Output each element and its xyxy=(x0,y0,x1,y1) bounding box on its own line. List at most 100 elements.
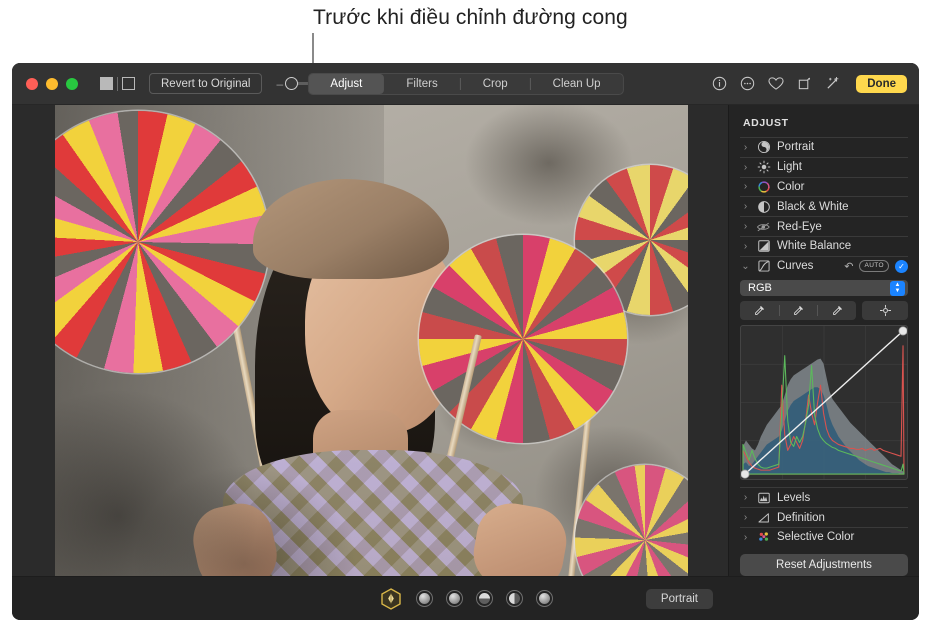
definition-icon xyxy=(756,510,771,525)
thumbnail-swatch xyxy=(508,593,520,604)
red-eye-icon xyxy=(756,219,771,234)
thumbnail-swatch xyxy=(538,593,550,604)
sidebar-item-portrait[interactable]: › Portrait xyxy=(740,138,908,157)
chevron-right-icon[interactable]: › xyxy=(741,181,750,192)
sidebar-item-light[interactable]: › Light xyxy=(740,158,908,177)
sidebar-item-label: Black & White xyxy=(777,200,849,213)
tab-crop[interactable]: Crop xyxy=(461,74,530,94)
revert-to-original-button[interactable]: Revert to Original xyxy=(149,73,263,94)
chevron-right-icon[interactable]: › xyxy=(741,532,750,543)
sidebar-item-label: Selective Color xyxy=(777,531,855,544)
sidebar-item-label: White Balance xyxy=(777,240,852,253)
chevron-right-icon[interactable]: › xyxy=(741,221,750,232)
sidebar-item-color[interactable]: › Color xyxy=(740,178,908,197)
chevron-right-icon[interactable]: › xyxy=(741,142,750,153)
filter-thumbnail-4[interactable] xyxy=(505,590,523,607)
sidebar-item-label: Red-Eye xyxy=(777,220,822,233)
curves-controls: ↶ AUTO ✓ xyxy=(844,259,908,273)
sidebar-item-label: Curves xyxy=(777,260,814,273)
maximize-window-button[interactable] xyxy=(66,77,78,90)
black-point-eyedropper-icon[interactable] xyxy=(740,301,779,320)
more-options-icon[interactable] xyxy=(740,76,755,91)
sidebar-item-label: Portrait xyxy=(777,141,815,154)
sidebar-title: ADJUST xyxy=(743,117,789,129)
toggle-divider xyxy=(117,76,118,91)
image-canvas[interactable] xyxy=(12,105,728,576)
reset-adjustments-button[interactable]: Reset Adjustments xyxy=(740,553,908,576)
curves-tool-row xyxy=(740,301,908,321)
window-controls xyxy=(26,77,78,90)
chevron-right-icon[interactable]: › xyxy=(741,512,750,523)
curves-graph[interactable] xyxy=(740,325,908,481)
filter-thumbnail-5[interactable] xyxy=(535,590,553,607)
tab-adjust[interactable]: Adjust xyxy=(308,73,385,94)
add-point-group xyxy=(862,301,908,321)
tab-filters[interactable]: Filters xyxy=(384,74,459,94)
single-view-icon[interactable] xyxy=(100,77,113,90)
close-window-button[interactable] xyxy=(26,77,38,90)
zoom-out-icon[interactable]: – xyxy=(276,78,283,90)
chevron-right-icon[interactable]: › xyxy=(741,492,750,503)
filter-thumbnail-3[interactable] xyxy=(475,590,493,607)
curves-channel-select[interactable]: RGB ▲ ▼ xyxy=(740,279,908,297)
callout-label: Trước khi điều chỉnh đường cong xyxy=(313,6,628,29)
add-point-icon[interactable] xyxy=(862,301,908,320)
sidebar-item-red-eye[interactable]: › Red-Eye xyxy=(740,217,908,236)
curves-histogram-svg[interactable] xyxy=(740,326,908,480)
sidebar-item-definition[interactable]: › Definition xyxy=(740,508,908,527)
pinwheel-mid-right xyxy=(419,235,627,443)
filter-thumbnails xyxy=(379,587,553,611)
info-icon[interactable] xyxy=(712,76,727,91)
auto-enhance-icon[interactable] xyxy=(825,76,841,91)
zoom-slider-knob[interactable] xyxy=(285,77,299,90)
sidebar-item-curves[interactable]: ⌄ Curves ↶ AUTO ✓ xyxy=(740,257,908,276)
chevron-right-icon[interactable]: › xyxy=(741,162,750,173)
color-wheel-icon xyxy=(756,179,771,194)
filmstrip-bar: Portrait xyxy=(12,576,919,620)
sidebar-item-black-and-white[interactable]: › Black & White xyxy=(740,197,908,216)
sidebar-item-label: Light xyxy=(777,161,802,174)
revert-arrow-icon[interactable]: ↶ xyxy=(844,260,853,273)
sidebar-item-levels[interactable]: › Levels xyxy=(740,488,908,507)
levels-icon xyxy=(756,490,771,505)
curves-enabled-checkmark-icon[interactable]: ✓ xyxy=(895,259,908,273)
gray-point-eyedropper-icon[interactable] xyxy=(778,301,818,320)
eyedropper-group xyxy=(740,301,856,321)
editor-body: ADJUST › Portrait › Light › Color › Blac… xyxy=(12,105,919,576)
filter-thumbnail-2[interactable] xyxy=(445,590,463,607)
editor-toolbar: Revert to Original – + Adjust Filters Cr… xyxy=(12,63,919,105)
tab-clean-up[interactable]: Clean Up xyxy=(531,74,623,94)
favorite-heart-icon[interactable] xyxy=(768,76,784,91)
curve-black-point-handle xyxy=(740,469,750,480)
thumbnail-swatch xyxy=(478,593,490,604)
editor-mode-tabs: Adjust Filters Crop Clean Up xyxy=(307,72,624,95)
minimize-window-button[interactable] xyxy=(46,77,58,90)
sidebar-item-selective-color[interactable]: › Selective Color xyxy=(740,528,908,547)
chevron-down-icon[interactable]: ⌄ xyxy=(741,261,750,272)
black-and-white-icon xyxy=(756,199,771,214)
sidebar-item-white-balance[interactable]: › White Balance xyxy=(740,237,908,256)
sidebar-item-label: Levels xyxy=(777,491,811,504)
adjust-sidebar: ADJUST › Portrait › Light › Color › Blac… xyxy=(728,105,919,576)
filter-thumbnail-1[interactable] xyxy=(415,590,433,607)
view-mode-toggle[interactable] xyxy=(100,76,135,91)
done-button[interactable]: Done xyxy=(856,74,907,93)
toolbar-right-group: Done xyxy=(712,74,907,93)
portrait-badge-button[interactable]: Portrait xyxy=(645,588,713,609)
sidebar-item-label: Color xyxy=(777,180,805,193)
portrait-icon xyxy=(756,140,771,155)
original-cube-thumbnail[interactable] xyxy=(379,587,403,611)
light-icon xyxy=(756,160,771,175)
chevron-right-icon[interactable]: › xyxy=(741,241,750,252)
split-view-icon[interactable] xyxy=(122,77,135,90)
thumbnail-swatch xyxy=(448,593,460,604)
rotate-icon[interactable] xyxy=(797,76,812,91)
curves-icon xyxy=(756,259,771,274)
edited-photo[interactable] xyxy=(55,105,688,576)
sidebar-item-label: Definition xyxy=(777,511,825,524)
photos-editor-window: Revert to Original – + Adjust Filters Cr… xyxy=(12,63,919,620)
chevron-updown-icon[interactable]: ▲ ▼ xyxy=(890,280,905,296)
white-point-eyedropper-icon[interactable] xyxy=(817,301,856,320)
auto-button[interactable]: AUTO xyxy=(859,260,889,273)
chevron-right-icon[interactable]: › xyxy=(741,201,750,212)
